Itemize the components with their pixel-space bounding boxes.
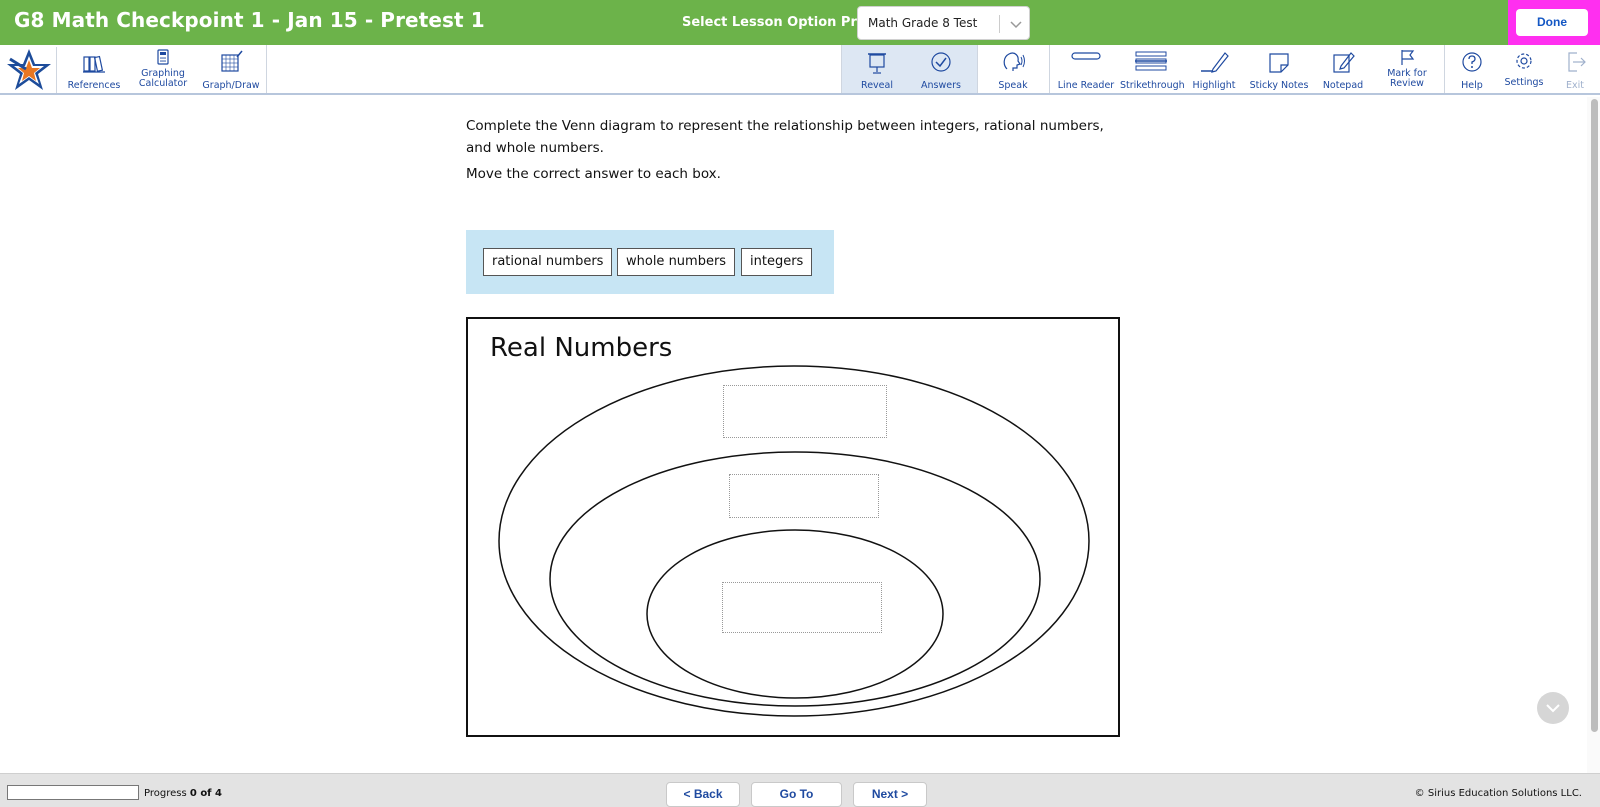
speak-tool[interactable]: Speak xyxy=(980,45,1046,93)
tool-label: Strikethrough xyxy=(1120,80,1185,91)
reveal-tool[interactable]: Reveal xyxy=(845,45,909,93)
next-button[interactable]: Next > xyxy=(853,782,927,807)
mark-for-review-tool[interactable]: Mark for Review xyxy=(1374,45,1440,93)
footer-bar: Progress 0 of 4 < Back Go To Next > © Si… xyxy=(0,773,1600,807)
tool-label: Speak xyxy=(998,80,1028,91)
graph-draw-tool[interactable]: Graph/Draw xyxy=(196,45,266,93)
tool-label: Highlight xyxy=(1192,80,1236,91)
drop-box-outer[interactable] xyxy=(723,385,887,438)
toolbar: References Graphing Calculator Graph/Dra… xyxy=(0,45,1600,95)
profile-select-value: Math Grade 8 Test xyxy=(868,16,978,30)
venn-diagram: Real Numbers xyxy=(466,317,1120,737)
chevron-down-icon xyxy=(1546,704,1560,713)
answer-bank: rational numbers whole numbers integers xyxy=(466,230,834,294)
settings-tool[interactable]: Settings xyxy=(1497,45,1551,93)
question-prompt: Complete the Venn diagram to represent t… xyxy=(466,118,1104,156)
progress-text: Progress 0 of 4 xyxy=(144,788,222,799)
tool-label: Reveal xyxy=(861,80,893,91)
goto-button[interactable]: Go To xyxy=(751,782,842,807)
progress-value: 0 of 4 xyxy=(189,788,222,799)
question-instruction: Move the correct answer to each box. xyxy=(466,166,721,182)
done-highlight: Done xyxy=(1508,0,1600,45)
graph-grid-icon xyxy=(221,50,243,72)
answer-chip-integers[interactable]: integers xyxy=(741,248,813,276)
done-button[interactable]: Done xyxy=(1516,9,1588,36)
tool-label: Sticky Notes xyxy=(1249,80,1309,91)
help-icon xyxy=(1462,52,1482,72)
tool-label: Graphing Calculator xyxy=(138,68,188,89)
line-reader-icon xyxy=(1071,52,1101,60)
toolbar-divider xyxy=(977,45,978,93)
highlight-pen-icon xyxy=(1201,52,1229,73)
help-tool[interactable]: Help xyxy=(1447,45,1497,93)
toolbar-divider xyxy=(1049,45,1050,93)
tool-label: Mark for Review xyxy=(1387,68,1427,89)
references-tool[interactable]: References xyxy=(58,45,130,93)
scroll-down-button[interactable] xyxy=(1537,692,1569,724)
check-circle-icon xyxy=(931,52,951,72)
answer-chip-whole-numbers[interactable]: whole numbers xyxy=(617,248,736,276)
scrollbar-thumb[interactable] xyxy=(1591,99,1598,732)
tool-label: Line Reader xyxy=(1057,80,1115,91)
tool-label: References xyxy=(67,80,121,91)
exit-tool[interactable]: Exit xyxy=(1551,45,1599,93)
tool-label: Graph/Draw xyxy=(202,80,260,91)
tool-label: Notepad xyxy=(1322,80,1364,91)
sticky-note-icon xyxy=(1269,53,1289,73)
answer-chip-rational-numbers[interactable]: rational numbers xyxy=(483,248,613,276)
venn-ellipses xyxy=(498,365,1090,717)
graphing-calculator-tool[interactable]: Graphing Calculator xyxy=(130,45,196,93)
answers-tool[interactable]: Answers xyxy=(909,45,973,93)
progress-bar xyxy=(7,785,139,800)
toolbar-divider xyxy=(266,45,267,93)
strikethrough-tool[interactable]: Strikethrough xyxy=(1120,45,1185,93)
speak-icon xyxy=(1003,52,1025,71)
drop-box-inner[interactable] xyxy=(722,582,882,633)
star-logo xyxy=(2,47,57,93)
tool-label: Settings xyxy=(1504,77,1544,88)
tool-label: Exit xyxy=(1566,80,1584,91)
test-title: G8 Math Checkpoint 1 - Jan 15 - Pretest … xyxy=(14,8,485,32)
profile-select[interactable]: Math Grade 8 Test xyxy=(857,6,1030,40)
sticky-notes-tool[interactable]: Sticky Notes xyxy=(1246,45,1312,93)
notepad-tool[interactable]: Notepad xyxy=(1312,45,1374,93)
books-icon xyxy=(83,55,105,73)
toolbar-divider xyxy=(841,45,842,93)
tool-label: Answers xyxy=(921,80,961,91)
copyright-text: © Sirius Education Solutions LLC. xyxy=(1414,788,1582,799)
strikethrough-icon xyxy=(1135,51,1167,71)
toolbar-divider xyxy=(1444,45,1445,93)
header-bar: G8 Math Checkpoint 1 - Jan 15 - Pretest … xyxy=(0,0,1600,45)
select-divider xyxy=(999,15,1000,33)
line-reader-tool[interactable]: Line Reader xyxy=(1052,45,1120,93)
notepad-icon xyxy=(1333,52,1355,73)
exit-icon xyxy=(1568,52,1586,72)
gear-icon xyxy=(1516,53,1532,69)
highlight-tool[interactable]: Highlight xyxy=(1182,45,1246,93)
chevron-down-icon xyxy=(1010,21,1022,29)
tool-label: Help xyxy=(1461,80,1483,91)
star-logo-icon xyxy=(7,49,51,90)
back-button[interactable]: < Back xyxy=(666,782,740,807)
reveal-icon xyxy=(868,53,886,74)
progress-label: Progress xyxy=(144,788,187,799)
drop-box-middle[interactable] xyxy=(729,474,879,518)
